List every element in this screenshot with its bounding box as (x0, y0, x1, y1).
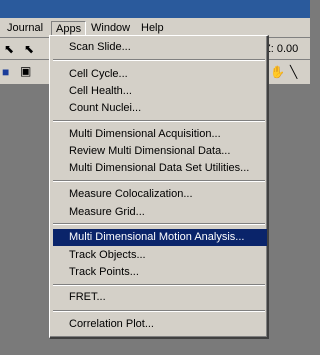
menu-item-track-objects[interactable]: Track Objects... (53, 247, 267, 264)
menu-item-md-motion-analysis[interactable]: Multi Dimensional Motion Analysis... (53, 229, 267, 246)
menu-journal[interactable]: Journal (3, 21, 47, 37)
menu-item-cell-health[interactable]: Cell Health... (53, 83, 267, 100)
menu-item-fret[interactable]: FRET... (53, 289, 267, 306)
tool-image-icon[interactable]: ■ (2, 64, 9, 80)
menu-separator (53, 59, 265, 61)
line-tool-icon[interactable]: ╲ (290, 64, 297, 80)
title-bar (0, 0, 310, 18)
menu-item-correlation-plot[interactable]: Correlation Plot... (53, 316, 267, 333)
tool-arrow-alt-icon[interactable]: ⬉ (24, 41, 34, 57)
tool-arrow-icon[interactable]: ⬉ (4, 41, 14, 57)
menu-separator (53, 310, 265, 312)
menu-item-measure-colocalization[interactable]: Measure Colocalization... (53, 186, 267, 203)
menu-separator (53, 120, 265, 122)
menu-separator (53, 180, 265, 182)
pan-hand-icon[interactable]: ✋ (270, 64, 285, 80)
tool-file-icon[interactable]: ▣ (20, 63, 31, 79)
menu-item-md-acquisition[interactable]: Multi Dimensional Acquisition... (53, 126, 267, 143)
menu-item-track-points[interactable]: Track Points... (53, 264, 267, 281)
menu-item-measure-grid[interactable]: Measure Grid... (53, 204, 267, 221)
menu-item-count-nuclei[interactable]: Count Nuclei... (53, 100, 267, 117)
menu-separator (53, 284, 265, 286)
apps-dropdown-menu: Scan Slide... Cell Cycle... Cell Health.… (49, 35, 269, 339)
menu-item-review-md-data[interactable]: Review Multi Dimensional Data... (53, 143, 267, 160)
menu-item-cell-cycle[interactable]: Cell Cycle... (53, 66, 267, 83)
menu-separator (53, 223, 265, 225)
menu-item-scan-slide[interactable]: Scan Slide... (53, 39, 267, 56)
menu-item-md-data-set-utilities[interactable]: Multi Dimensional Data Set Utilities... (53, 160, 267, 177)
